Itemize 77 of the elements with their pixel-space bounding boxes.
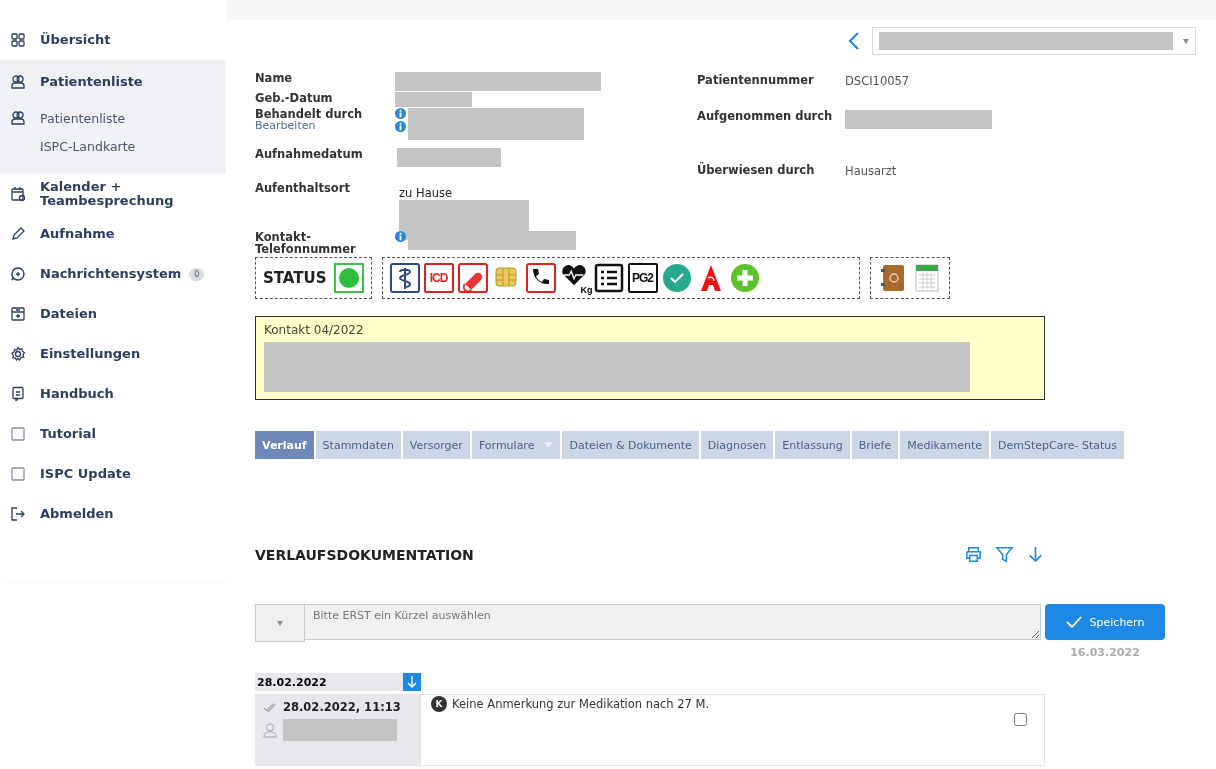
tab[interactable]: Dateien & Dokumente: [562, 431, 699, 459]
field-label: Aufgenommen durch: [697, 110, 834, 122]
field-label: Behandelt durch: [255, 108, 364, 120]
submenu-item[interactable]: Patientenliste: [40, 110, 126, 126]
check-circle-icon[interactable]: [661, 263, 692, 293]
grid-icon: [10, 32, 26, 48]
add-circle-icon[interactable]: [729, 263, 760, 293]
caduceus-icon[interactable]: [389, 263, 420, 293]
tab[interactable]: Formulare: [471, 431, 561, 459]
menu-item[interactable]: Nachrichtensystem: [40, 267, 182, 281]
tab[interactable]: Stammdaten: [315, 431, 401, 459]
tab[interactable]: Entlassung: [775, 431, 850, 459]
square-icon: [10, 426, 26, 442]
tab[interactable]: Medikamente: [900, 431, 989, 459]
document-icon: [10, 386, 26, 402]
entry-timestamp: 28.02.2022, 11:13: [283, 700, 401, 714]
field-label: Aufenthaltsort: [255, 182, 351, 194]
count-badge: 0: [189, 267, 205, 281]
icd-icon[interactable]: ICD: [423, 263, 454, 293]
save-button[interactable]: Speichern: [1045, 604, 1165, 640]
field-value: zu Hause: [399, 186, 454, 200]
filter-icon[interactable]: [995, 545, 1014, 564]
field-label: Kontakt-Telefonnummer: [255, 231, 357, 255]
category-badge: K: [431, 696, 447, 712]
note-title: Kontakt 04/2022: [264, 323, 365, 337]
tab[interactable]: Versorger: [402, 431, 470, 459]
info-icon[interactable]: [395, 121, 406, 132]
menu-item[interactable]: Übersicht: [40, 33, 111, 47]
field-label: Geb.-Datum: [255, 92, 334, 104]
check-icon: [1065, 616, 1082, 628]
field-label: Patientennummer: [697, 74, 815, 86]
date-label: 16.03.2022: [1070, 646, 1140, 659]
tab[interactable]: Briefe: [851, 431, 899, 459]
pencil-icon: [10, 226, 26, 242]
info-icon[interactable]: [395, 108, 406, 119]
status-label: STATUS: [263, 269, 327, 287]
menu-item[interactable]: Patientenliste: [40, 75, 143, 89]
print-icon[interactable]: [964, 545, 983, 564]
field-label: Name: [255, 72, 294, 84]
menu-item[interactable]: Aufnahme: [40, 227, 115, 241]
field-label: Aufnahmedatum: [255, 148, 364, 160]
users-icon: [10, 110, 26, 126]
list-icon[interactable]: [593, 263, 624, 293]
day-header: 28.02.2022: [256, 675, 327, 689]
status-indicator-icon[interactable]: [333, 263, 364, 293]
pg2-icon[interactable]: PG2: [627, 263, 658, 293]
menu-item[interactable]: Abmelden: [40, 507, 114, 521]
submenu-item[interactable]: ISPC-Landkarte: [40, 138, 136, 154]
menu-item[interactable]: ISPC Update: [40, 467, 131, 481]
menu-item[interactable]: Kalender + Teambesprechung: [40, 180, 218, 208]
logout-icon: [10, 506, 26, 522]
phone-icon[interactable]: [525, 263, 556, 293]
entry-checkbox[interactable]: [1014, 713, 1027, 726]
info-icon[interactable]: [395, 231, 406, 242]
users-icon: [10, 74, 26, 90]
menu-item[interactable]: Handbuch: [40, 387, 114, 401]
text-input[interactable]: Bitte ERST ein Kürzel auswählen: [305, 604, 1041, 640]
caret-icon: [1183, 38, 1189, 44]
calendar-icon: [10, 186, 26, 202]
user-icon: [263, 722, 277, 738]
menu-item[interactable]: Dateien: [40, 307, 98, 321]
tab[interactable]: Diagnosen: [700, 431, 774, 459]
field-label: Überwiesen durch: [697, 164, 816, 176]
square-icon: [10, 466, 26, 482]
field-value: DSCI10057: [845, 74, 910, 88]
edit-link[interactable]: Bearbeiten: [255, 120, 395, 132]
field-value: Hausarzt: [845, 164, 897, 178]
menu-item[interactable]: Tutorial: [40, 427, 96, 441]
section-title: VERLAUFSDOKUMENTATION: [255, 546, 474, 563]
caret-icon: [277, 620, 283, 626]
entry-text: Keine Anmerkung zur Medikation nach 27 M.: [452, 697, 711, 711]
menu-item[interactable]: Einstellungen: [40, 347, 141, 361]
chat-icon: [10, 266, 26, 282]
pill-icon[interactable]: [457, 263, 488, 293]
tab[interactable]: Verlauf: [255, 431, 314, 459]
gear-icon: [10, 346, 26, 362]
tab[interactable]: DemStepCare- Status: [990, 431, 1124, 459]
